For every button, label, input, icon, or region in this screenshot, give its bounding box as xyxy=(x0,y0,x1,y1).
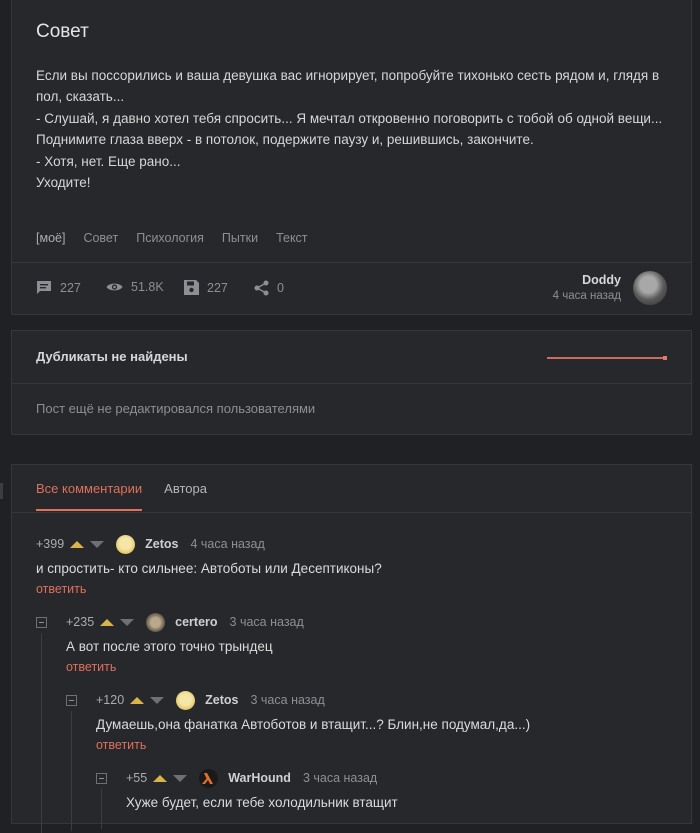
comment-author[interactable]: certero xyxy=(175,615,217,629)
edit-history-note: Пост ещё не редактировался пользователям… xyxy=(36,401,316,416)
share-icon xyxy=(254,280,269,296)
comment-rating: +120 xyxy=(96,693,125,707)
comment: +235 certero 3 часа назад А вот после эт… xyxy=(66,612,304,674)
comment: +399 Zetos 4 часа назад и спростить- кто… xyxy=(36,534,382,596)
post-title[interactable]: Совет xyxy=(36,21,89,43)
divider xyxy=(12,383,691,384)
post-body: Если вы поссорились и ваша девушка вас и… xyxy=(36,65,666,193)
duplicates-heading: Дубликаты не найдены xyxy=(36,349,188,364)
comment-text: и спростить- кто сильнее: Автоботы или Д… xyxy=(36,561,382,576)
thread-line[interactable] xyxy=(71,711,72,831)
comment-time: 3 часа назад xyxy=(302,771,378,785)
tag-moe[interactable]: [моё] xyxy=(36,231,65,245)
reply-link[interactable]: ответить xyxy=(66,660,304,674)
tag-text[interactable]: Текст xyxy=(276,231,307,245)
post-paragraph: Уходите! xyxy=(36,175,91,191)
comment-rating: +399 xyxy=(36,537,65,551)
duplicates-progress xyxy=(547,356,667,360)
comment-author[interactable]: Zetos xyxy=(205,693,238,707)
tag-list: [моё] Совет Психология Пытки Текст xyxy=(36,231,308,245)
side-handle[interactable] xyxy=(0,483,3,499)
comments-count: 227 xyxy=(60,281,81,295)
post-paragraph: Поднимите глаза вверх - в потолок, подер… xyxy=(36,132,534,148)
thread-line[interactable] xyxy=(101,789,102,829)
comment-time: 3 часа назад xyxy=(250,693,325,707)
downvote-icon[interactable] xyxy=(173,774,188,782)
comment-tabs: Все комментарии Автора xyxy=(36,481,207,511)
reply-link[interactable]: ответить xyxy=(36,582,382,596)
upvote-icon[interactable] xyxy=(130,696,145,704)
comment: +120 Zetos 3 часа назад Думаешь,она фана… xyxy=(96,690,531,752)
author-avatar[interactable] xyxy=(633,271,667,305)
avatar[interactable] xyxy=(116,534,136,554)
post-paragraph: - Хотя, нет. Еще рано... xyxy=(36,153,181,169)
avatar[interactable] xyxy=(146,612,166,632)
comment-time: 4 часа назад xyxy=(190,537,265,551)
tab-all-comments[interactable]: Все комментарии xyxy=(36,481,143,511)
reply-link[interactable]: ответить xyxy=(96,738,530,752)
post-author[interactable]: Doddy 4 часа назад xyxy=(553,273,621,302)
comment-rating: +235 xyxy=(66,615,95,629)
comments-stat[interactable]: 227 xyxy=(36,280,81,296)
downvote-icon[interactable] xyxy=(150,696,165,704)
comment-rating: +55 xyxy=(126,771,148,785)
comment-text: Думаешь,она фанатка Автоботов и втащит..… xyxy=(96,717,531,732)
divider xyxy=(12,512,691,513)
post-paragraph: Если вы поссорились и ваша девушка вас и… xyxy=(36,68,660,105)
comment-author[interactable]: WarHound xyxy=(228,771,291,785)
comment-time: 3 часа назад xyxy=(229,615,304,629)
half-life-lambda-avatar[interactable] xyxy=(199,768,219,788)
lambda-icon xyxy=(202,772,214,784)
post-card: Совет Если вы поссорились и ваша девушка… xyxy=(11,0,692,315)
upvote-icon[interactable] xyxy=(153,774,168,782)
views-stat: 51.8K xyxy=(106,280,164,294)
collapse-icon[interactable] xyxy=(66,695,77,706)
author-nick[interactable]: Doddy xyxy=(553,273,621,287)
downvote-icon[interactable] xyxy=(90,540,105,548)
save-icon xyxy=(184,280,199,295)
collapse-icon[interactable] xyxy=(96,773,107,784)
comment-icon xyxy=(37,281,51,294)
post-time: 4 часа назад xyxy=(552,290,621,302)
comment-text: А вот после этого точно трындец xyxy=(66,639,273,654)
comment-author[interactable]: Zetos xyxy=(145,537,178,551)
upvote-icon[interactable] xyxy=(70,540,85,548)
post-footer: 227 51.8K 227 0 Doddy 4 часа назад xyxy=(12,262,691,316)
post-paragraph: - Слушай, я давно хотел тебя спросить...… xyxy=(36,110,663,126)
share-stat[interactable]: 0 xyxy=(254,280,284,296)
collapse-icon[interactable] xyxy=(36,617,47,628)
avatar[interactable] xyxy=(176,690,196,710)
duplicates-card: Дубликаты не найдены Пост ещё не редакти… xyxy=(11,330,692,435)
comment-text: Хуже будет, если тебе холодильник втащит xyxy=(126,795,398,810)
comments-card: Все комментарии Автора +399 Zetos 4 часа… xyxy=(11,464,692,833)
tag-torture[interactable]: Пытки xyxy=(222,231,258,245)
tag-psychology[interactable]: Психология xyxy=(136,231,204,245)
saves-stat[interactable]: 227 xyxy=(184,280,228,295)
upvote-icon[interactable] xyxy=(100,618,115,626)
eye-icon xyxy=(106,283,123,291)
thread-line[interactable] xyxy=(41,633,42,833)
views-count: 51.8K xyxy=(131,280,164,294)
comment: +55 WarHound 3 часа назад Хуже будет, ес… xyxy=(126,768,398,810)
downvote-icon[interactable] xyxy=(120,618,135,626)
tag-sovet[interactable]: Совет xyxy=(83,231,118,245)
tab-author[interactable]: Автора xyxy=(164,481,207,511)
share-count: 0 xyxy=(277,281,284,295)
saves-count: 227 xyxy=(207,280,228,295)
